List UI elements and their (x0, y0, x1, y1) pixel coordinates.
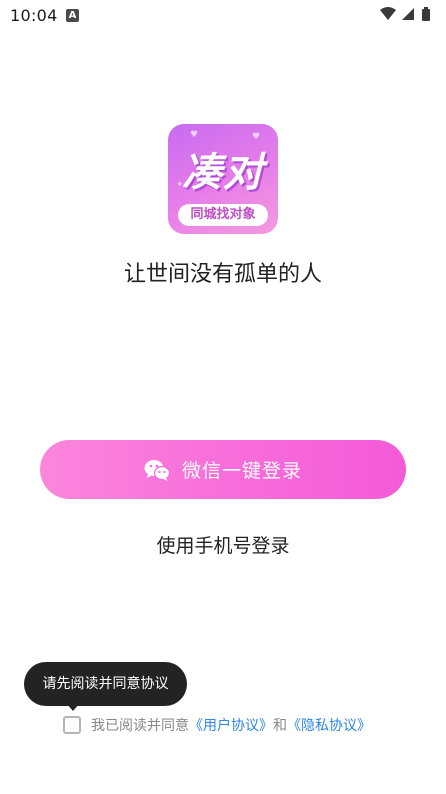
agreement-connector: 和 (273, 718, 287, 734)
privacy-policy-link[interactable]: 《隐私协议》 (287, 715, 371, 735)
signal-icon (402, 8, 414, 20)
wechat-login-label: 微信一键登录 (181, 460, 302, 482)
wechat-icon (144, 459, 170, 481)
heart-sparkle-icon: ♥ (190, 130, 199, 140)
tooltip-arrow (66, 703, 80, 711)
slogan: 让世间没有孤单的人 (123, 262, 322, 287)
agreement-prefix: 我已阅读并同意 (91, 718, 189, 734)
notification-a-icon: A (66, 9, 79, 22)
status-time: 10:04 (10, 6, 58, 25)
logo-title: 凑对 (182, 150, 264, 196)
app-logo: ♥ ♥ ✦ 凑对 同城找对象 (168, 124, 278, 234)
battery-icon (422, 7, 430, 21)
wechat-login-button[interactable]: 微信一键登录 (40, 440, 406, 499)
agreement-checkbox[interactable] (63, 716, 81, 734)
status-icons (378, 6, 438, 24)
agreement-tooltip: 请先阅读并同意协议 (24, 662, 187, 706)
status-bar: 10:04 A (0, 0, 446, 32)
phone-login-link[interactable]: 使用手机号登录 (0, 531, 446, 558)
wifi-icon (380, 7, 396, 20)
agreement-row: 我已阅读并同意 《用户协议》 和 《隐私协议》 (63, 713, 371, 737)
logo-badge: 同城找对象 (178, 204, 268, 226)
user-agreement-link[interactable]: 《用户协议》 (189, 715, 273, 735)
